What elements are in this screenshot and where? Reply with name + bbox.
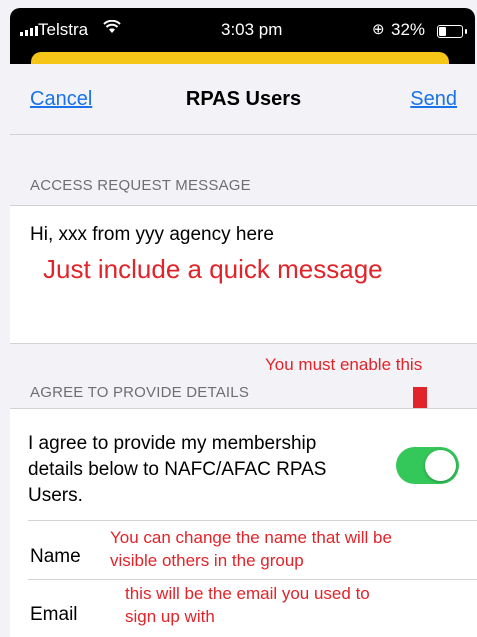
send-button[interactable]: Send xyxy=(410,88,457,111)
page-title: RPAS Users xyxy=(185,88,302,110)
toggle-knob xyxy=(425,450,456,481)
nav-bar: Cancel RPAS Users Send xyxy=(10,64,477,135)
annotation-quick-message: Just include a quick message xyxy=(43,254,383,284)
access-request-header: ACCESS REQUEST MESSAGE xyxy=(30,177,251,194)
divider xyxy=(28,520,477,521)
wifi-icon xyxy=(103,19,121,39)
agree-toggle[interactable] xyxy=(396,447,459,484)
compose-sheet: Cancel RPAS Users Send ACCESS REQUEST ME… xyxy=(10,64,477,637)
divider xyxy=(28,579,477,580)
annotation-name-line2: visible others in the group xyxy=(110,551,304,570)
rotation-lock-icon: ⊕ xyxy=(372,21,385,38)
signal-bars-icon xyxy=(20,26,38,36)
email-label: Email xyxy=(30,604,78,625)
message-text: Hi, xxx from yyy agency here xyxy=(30,224,274,245)
message-field[interactable]: Hi, xxx from yyy agency here Just includ… xyxy=(10,205,477,344)
agree-header: AGREE TO PROVIDE DETAILS xyxy=(30,384,250,401)
agree-description: I agree to provide my membership details… xyxy=(28,433,327,506)
screen: Telstra 3:03 pm ⊕ 32% Cancel RPAS Users … xyxy=(0,0,477,637)
name-label: Name xyxy=(30,546,81,567)
status-time: 3:03 pm xyxy=(221,20,283,39)
agree-section: I agree to provide my membership details… xyxy=(10,408,477,637)
carrier-name: Telstra xyxy=(38,20,89,39)
battery-percentage: 32% xyxy=(391,20,426,39)
battery-icon xyxy=(437,25,467,38)
annotation-email-line2: sign up with xyxy=(125,607,215,626)
annotation-email-line1: this will be the email you used to xyxy=(125,584,370,603)
annotation-name-line1: You can change the name that will be xyxy=(110,528,392,547)
annotation-must-enable: You must enable this xyxy=(265,355,423,374)
